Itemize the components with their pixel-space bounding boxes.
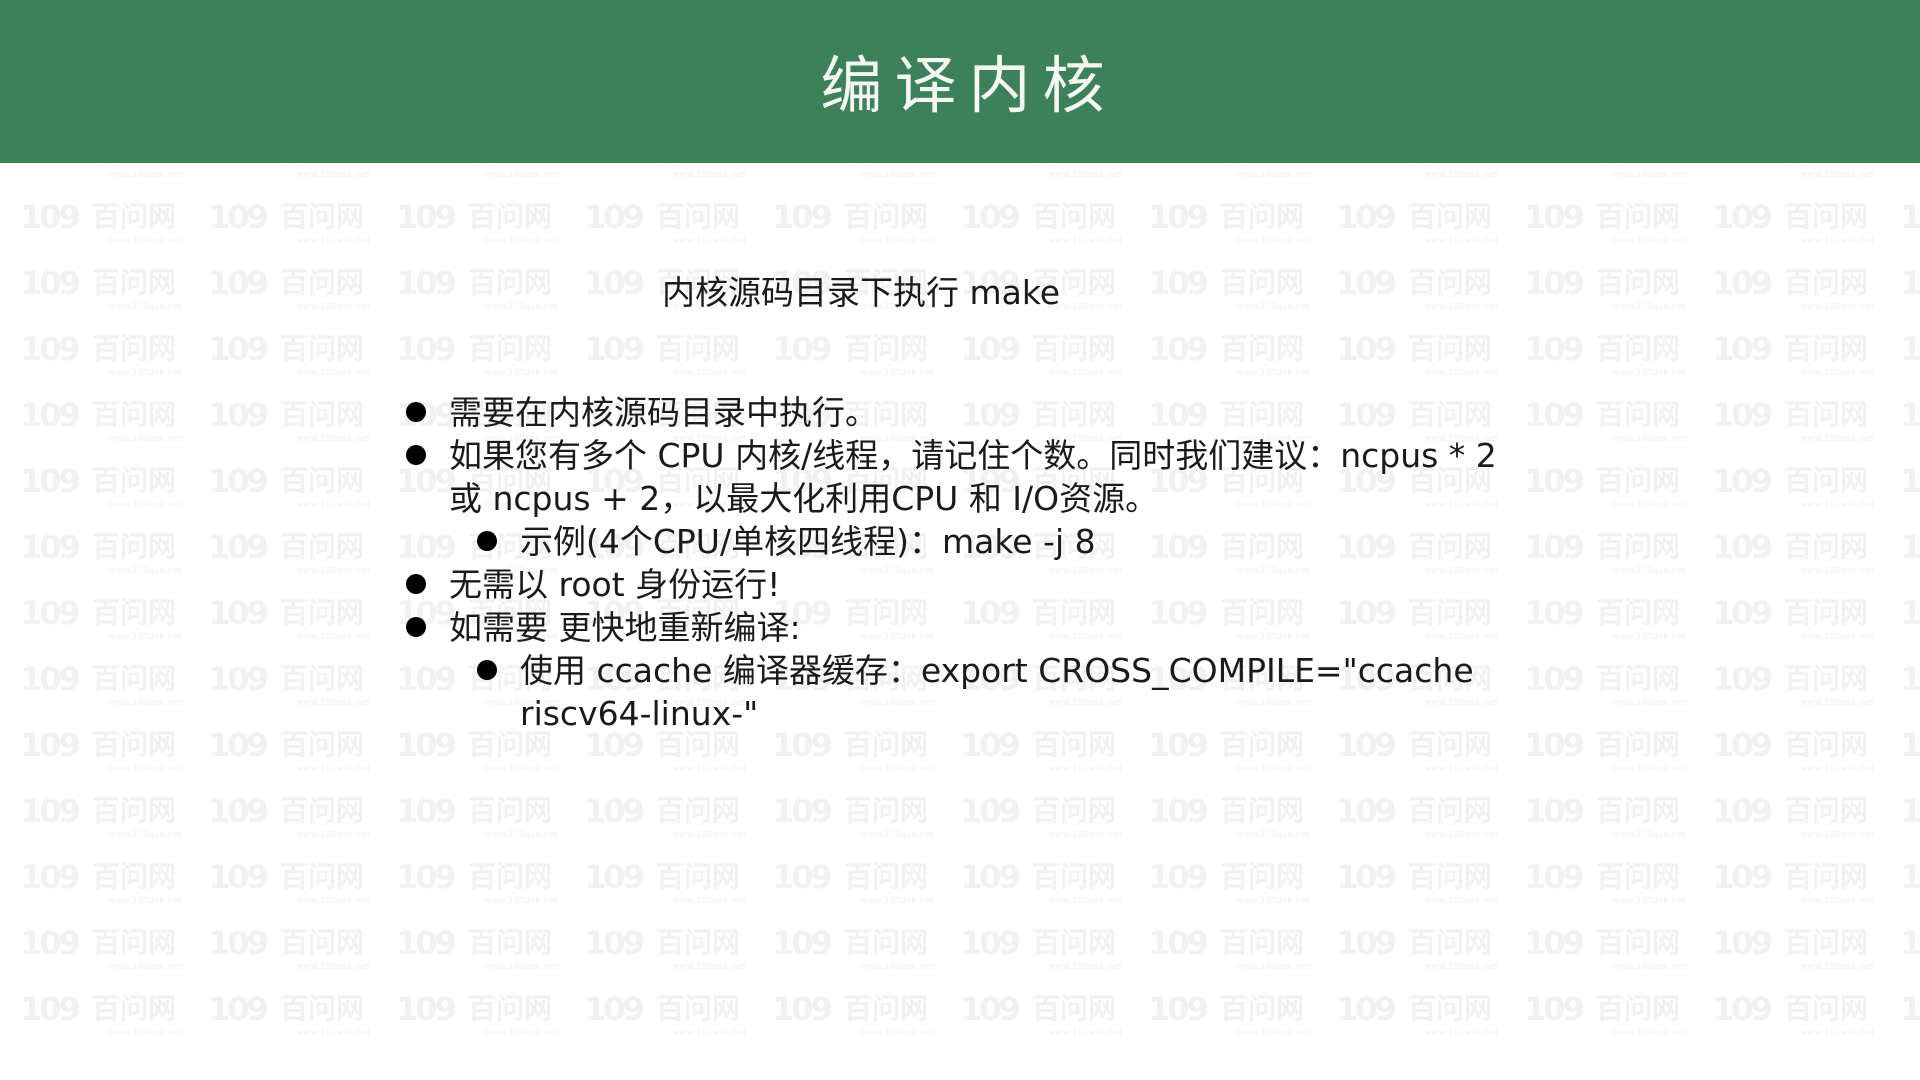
slide-content: 内核源码目录下执行 make 需要在内核源码目录中执行。 如果您有多个 CPU … <box>0 163 1920 1080</box>
bullet-text: 无需以 root 身份运行! <box>449 565 781 604</box>
bullet-dot-icon <box>406 574 426 594</box>
bullet-text: 需要在内核源码目录中执行。 <box>449 393 878 432</box>
bullet-dot-icon <box>477 660 497 680</box>
slide-title: 编译内核 <box>820 49 1117 122</box>
bullet-item: 无需以 root 身份运行! <box>400 563 1520 606</box>
bullet-item: 如需要 更快地重新编译: <box>400 606 1520 649</box>
sub-bullet-item: 示例(4个CPU/单核四线程)：make -j 8 <box>471 520 1520 563</box>
bullet-dot-icon <box>406 617 426 637</box>
bullet-list: 需要在内核源码目录中执行。 如果您有多个 CPU 内核/线程，请记住个数。同时我… <box>400 391 1520 735</box>
bullet-text: 如果您有多个 CPU 内核/线程，请记住个数。同时我们建议：ncpus * 2 … <box>449 436 1497 518</box>
slide-subtitle: 内核源码目录下执行 make <box>662 273 1061 312</box>
title-bar: 编译内核 <box>0 0 1920 163</box>
slide: 109百问网www.100ask.net109百问网www.100ask.net… <box>0 0 1920 1080</box>
bullet-text: 使用 ccache 编译器缓存：export CROSS_COMPILE="cc… <box>520 651 1474 733</box>
bullet-item: 如果您有多个 CPU 内核/线程，请记住个数。同时我们建议：ncpus * 2 … <box>400 434 1520 520</box>
bullet-dot-icon <box>406 402 426 422</box>
sub-bullet-item: 使用 ccache 编译器缓存：export CROSS_COMPILE="cc… <box>471 649 1520 735</box>
bullet-item: 需要在内核源码目录中执行。 <box>400 391 1520 434</box>
bullet-text: 如需要 更快地重新编译: <box>449 608 801 647</box>
bullet-text: 示例(4个CPU/单核四线程)：make -j 8 <box>520 522 1096 561</box>
bullet-dot-icon <box>477 531 497 551</box>
bullet-dot-icon <box>406 445 426 465</box>
